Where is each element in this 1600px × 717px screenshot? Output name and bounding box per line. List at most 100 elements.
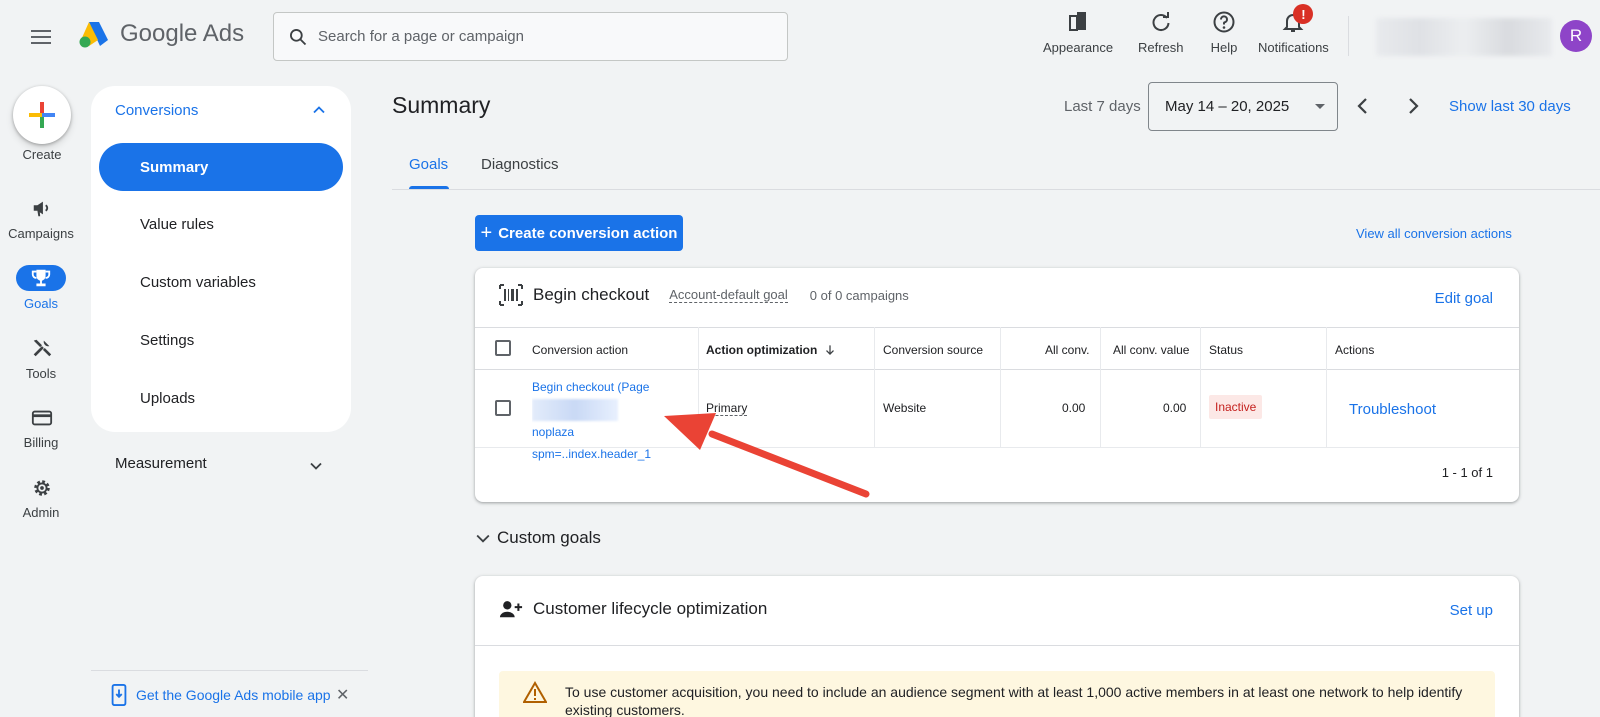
tab-goals[interactable]: Goals bbox=[409, 156, 448, 173]
account-info-redacted[interactable] bbox=[1376, 18, 1552, 56]
redacted-url-segment bbox=[532, 398, 618, 421]
all-conv-value-cell: 0.00 bbox=[1163, 401, 1187, 415]
account-default-goal-label[interactable]: Account-default goal bbox=[669, 287, 788, 303]
search-icon bbox=[290, 28, 307, 45]
notification-badge: ! bbox=[1293, 4, 1314, 24]
column-separator bbox=[1100, 327, 1101, 447]
header-divider bbox=[1348, 16, 1349, 56]
notifications-icon: ! bbox=[1279, 4, 1314, 36]
nav-item-value-rules[interactable]: Value rules bbox=[99, 200, 343, 248]
edit-goal-link[interactable]: Edit goal bbox=[1435, 290, 1493, 307]
rail-admin-label: Admin bbox=[22, 505, 60, 520]
select-all-checkbox[interactable] bbox=[495, 340, 511, 356]
show-last-30-days-link[interactable]: Show last 30 days bbox=[1449, 98, 1571, 115]
set-up-link[interactable]: Set up bbox=[1450, 602, 1493, 619]
lifecycle-divider bbox=[475, 645, 1519, 646]
col-header-status[interactable]: Status bbox=[1209, 343, 1243, 357]
plus-multicolor-icon bbox=[29, 102, 55, 128]
rail-campaigns[interactable] bbox=[22, 195, 62, 221]
help-label: Help bbox=[1210, 40, 1238, 55]
warning-text: To use customer acquisition, you need to… bbox=[565, 684, 1463, 717]
column-separator bbox=[1000, 327, 1001, 447]
chevron-up-icon[interactable] bbox=[309, 100, 329, 120]
custom-goals-label: Custom goals bbox=[497, 528, 601, 547]
appearance-icon bbox=[1064, 8, 1092, 36]
dropdown-caret-icon bbox=[1315, 104, 1325, 109]
all-conv-cell: 0.00 bbox=[1062, 401, 1086, 415]
nav-item-custom-variables[interactable]: Custom variables bbox=[99, 258, 343, 306]
mobile-app-link[interactable]: Get the Google Ads mobile app bbox=[110, 684, 331, 706]
sort-down-icon bbox=[826, 345, 835, 355]
campaign-count: 0 of 0 campaigns bbox=[809, 287, 909, 303]
search-input[interactable] bbox=[318, 28, 758, 45]
column-separator bbox=[1326, 327, 1327, 447]
custom-goals-toggle[interactable]: Custom goals bbox=[473, 528, 601, 548]
col-header-action-optimization[interactable]: Action optimization bbox=[706, 343, 837, 357]
nav-item-uploads[interactable]: Uploads bbox=[99, 374, 343, 422]
troubleshoot-link[interactable]: Troubleshoot bbox=[1349, 401, 1436, 418]
google-ads-logo[interactable]: Google Ads bbox=[78, 20, 244, 48]
conversion-action-line2-suffix: noplaza bbox=[532, 424, 575, 439]
rail-admin[interactable] bbox=[22, 475, 62, 501]
nav-section-conversions[interactable]: Conversions bbox=[115, 102, 198, 119]
col-header-all-conv[interactable]: All conv. bbox=[1045, 343, 1089, 357]
mobile-app-label: Get the Google Ads mobile app bbox=[136, 687, 331, 703]
notifications-button[interactable]: ! Notifications bbox=[1258, 4, 1329, 55]
conversions-nav-panel: Conversions Summary Value rules Custom v… bbox=[91, 86, 351, 432]
close-icon[interactable]: ✕ bbox=[336, 685, 349, 705]
goal-title: Begin checkout bbox=[533, 285, 650, 304]
nav-item-settings[interactable]: Settings bbox=[99, 316, 343, 364]
gear-icon bbox=[34, 480, 50, 496]
col-header-actions: Actions bbox=[1335, 343, 1375, 357]
tab-diagnostics[interactable]: Diagnostics bbox=[481, 156, 559, 173]
refresh-label: Refresh bbox=[1138, 40, 1184, 55]
create-label: Create bbox=[22, 147, 62, 162]
create-button[interactable] bbox=[13, 86, 71, 144]
nav-section-measurement[interactable]: Measurement bbox=[115, 455, 207, 472]
status-badge: Inactive bbox=[1209, 395, 1263, 419]
previous-period-icon[interactable] bbox=[1351, 94, 1375, 118]
nav-item-summary[interactable]: Summary bbox=[99, 143, 343, 191]
appearance-button[interactable]: Appearance bbox=[1043, 8, 1113, 55]
col-header-all-conv-value[interactable]: All conv. value bbox=[1113, 343, 1189, 357]
conversion-action-line2: noplaza bbox=[532, 398, 656, 443]
refresh-button[interactable]: Refresh bbox=[1138, 8, 1184, 55]
logo-text: Google Ads bbox=[120, 20, 245, 47]
begin-checkout-goal-card: Begin checkout Account-default goal 0 of… bbox=[475, 268, 1519, 502]
create-conversion-action-button[interactable]: + Create conversion action bbox=[475, 215, 683, 251]
col-header-conversion-source[interactable]: Conversion source bbox=[883, 343, 983, 357]
chevron-down-icon[interactable] bbox=[306, 456, 326, 476]
row-checkbox[interactable] bbox=[495, 400, 511, 416]
source-cell: Website bbox=[883, 401, 927, 415]
column-separator bbox=[874, 327, 875, 447]
rail-goals[interactable] bbox=[16, 265, 66, 291]
rail-tools[interactable] bbox=[22, 335, 62, 361]
refresh-icon bbox=[1147, 8, 1175, 36]
date-range-select[interactable]: May 14 – 20, 2025 bbox=[1148, 82, 1338, 131]
notifications-label: Notifications bbox=[1258, 40, 1329, 55]
search-bar[interactable] bbox=[273, 12, 788, 61]
main-menu-button[interactable] bbox=[26, 22, 56, 52]
goal-card-header: Begin checkout Account-default goal 0 of… bbox=[499, 284, 909, 306]
rail-tools-label: Tools bbox=[25, 366, 57, 381]
lifecycle-title: Customer lifecycle optimization bbox=[533, 599, 768, 618]
optimization-cell[interactable]: Primary bbox=[706, 401, 748, 416]
page-title: Summary bbox=[392, 92, 491, 118]
trophy-icon bbox=[31, 269, 51, 287]
table-top-border bbox=[475, 327, 1519, 328]
next-period-icon[interactable] bbox=[1401, 94, 1425, 118]
tools-icon bbox=[33, 339, 52, 357]
date-range-label: Last 7 days bbox=[1064, 98, 1141, 115]
table-header-border bbox=[475, 369, 1519, 370]
view-all-conversion-actions-link[interactable]: View all conversion actions bbox=[1356, 226, 1512, 241]
col-header-conversion-action[interactable]: Conversion action bbox=[532, 343, 628, 357]
megaphone-icon bbox=[33, 201, 49, 217]
help-button[interactable]: Help bbox=[1210, 8, 1238, 55]
top-bar: Google Ads Appearance Refresh Help ! Not… bbox=[0, 0, 1600, 72]
conversion-action-link[interactable]: Begin checkout (Page noplaza spm=..index… bbox=[532, 376, 656, 465]
mobile-app-divider bbox=[91, 670, 368, 671]
tabs-divider bbox=[392, 189, 1600, 190]
avatar[interactable]: R bbox=[1560, 20, 1592, 52]
rail-billing-label: Billing bbox=[23, 435, 59, 450]
rail-billing[interactable] bbox=[22, 405, 62, 431]
